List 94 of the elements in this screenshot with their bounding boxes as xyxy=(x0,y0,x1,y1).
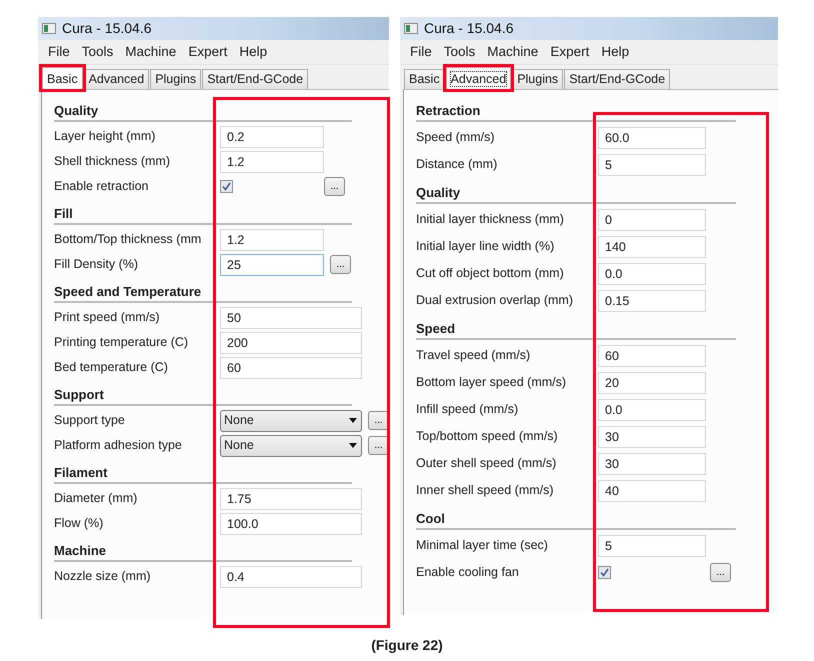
input-field[interactable]: 25 xyxy=(220,254,324,276)
menu-item[interactable]: Machine xyxy=(483,42,546,62)
tab[interactable]: Plugins xyxy=(150,69,202,90)
caret-icon xyxy=(349,418,357,424)
input-field[interactable]: 200 xyxy=(220,332,362,354)
field-label: Inner shell speed (mm/s) xyxy=(416,482,555,500)
section-heading: Support xyxy=(54,386,352,406)
field-label: Print speed (mm/s) xyxy=(54,309,161,326)
field-label: Outer shell speed (mm/s) xyxy=(416,455,558,472)
tab[interactable]: Basic xyxy=(404,69,445,90)
field-label: Platform adhesion type xyxy=(54,437,183,454)
app-icon xyxy=(404,23,418,34)
input-field[interactable]: 5 xyxy=(598,534,706,557)
caret-icon xyxy=(349,443,357,448)
app-icon xyxy=(42,23,56,34)
input-field[interactable]: 30 xyxy=(598,452,706,475)
field-label: Initial layer thickness (mm) xyxy=(416,211,565,228)
field-label: Shell thickness (mm) xyxy=(54,153,171,170)
input-field[interactable]: 0 xyxy=(598,208,706,231)
input-field[interactable]: 60.0 xyxy=(598,126,706,149)
input-field[interactable]: 0.0 xyxy=(598,398,706,421)
field-label: Speed (mm/s) xyxy=(416,129,496,146)
field-label: Initial layer line width (%) xyxy=(416,238,556,256)
menu-item[interactable]: File xyxy=(406,42,440,62)
input-field[interactable]: 30 xyxy=(598,426,706,448)
section-heading: Quality xyxy=(54,102,352,122)
field-label: Enable cooling fan xyxy=(416,564,520,582)
input-field[interactable]: 60 xyxy=(220,356,362,379)
input-field[interactable]: 100.0 xyxy=(220,512,362,535)
more-button[interactable]: ... xyxy=(368,436,389,456)
section-heading: Fill xyxy=(54,205,352,226)
section-heading: Filament xyxy=(54,464,352,484)
field-label: Bottom layer speed (mm/s) xyxy=(416,374,568,392)
field-label: Fill Density (%) xyxy=(54,256,140,274)
field-label: Flow (%) xyxy=(54,515,104,532)
input-field[interactable]: 20 xyxy=(598,372,706,394)
menu-item[interactable]: Expert xyxy=(184,42,236,62)
field-label: Enable retraction xyxy=(54,178,150,196)
input-field[interactable]: 1.75 xyxy=(220,488,362,510)
input-field[interactable]: 1.2 xyxy=(220,228,324,251)
tab[interactable]: Basic xyxy=(42,67,83,90)
input-field[interactable]: 40 xyxy=(598,480,706,502)
input-field[interactable]: 0.4 xyxy=(220,566,362,588)
section-heading: Quality xyxy=(416,184,736,204)
input-field[interactable]: 140 xyxy=(598,236,706,258)
input-field[interactable]: 60 xyxy=(598,344,706,367)
input-field[interactable]: 5 xyxy=(598,154,706,176)
dropdown[interactable]: None xyxy=(220,434,362,457)
input-field[interactable]: 0.0 xyxy=(598,262,706,285)
menu-item[interactable]: File xyxy=(44,42,78,62)
menu-item[interactable]: Expert xyxy=(546,42,598,62)
tab[interactable]: Advanced xyxy=(446,67,512,90)
section-heading: Speed and Temperature xyxy=(54,283,352,304)
section-heading: Cool xyxy=(416,510,736,530)
field-label: Dual extrusion overlap (mm) xyxy=(416,292,574,310)
dropdown[interactable]: None xyxy=(220,410,362,432)
window-title: Cura - 15.04.6 xyxy=(424,19,514,38)
input-field[interactable]: 1.2 xyxy=(220,150,324,173)
field-label: Distance (mm) xyxy=(416,156,498,174)
menu-item[interactable]: Help xyxy=(235,42,276,62)
field-label: Bottom/Top thickness (mm xyxy=(54,231,202,248)
field-label: Layer height (mm) xyxy=(54,128,156,146)
field-label: Printing temperature (C) xyxy=(54,334,190,352)
field-label: Top/bottom speed (mm/s) xyxy=(416,428,559,446)
field-label: Infill speed (mm/s) xyxy=(416,401,520,418)
field-label: Travel speed (mm/s) xyxy=(416,347,532,364)
more-button[interactable]: ... xyxy=(324,177,345,196)
checkbox[interactable] xyxy=(220,180,233,194)
more-button[interactable]: ... xyxy=(330,255,351,274)
field-label: Minimal layer time (sec) xyxy=(416,537,549,554)
menu-item[interactable]: Help xyxy=(597,42,638,62)
tab[interactable]: Plugins xyxy=(512,69,564,90)
section-heading: Speed xyxy=(416,320,736,340)
field-label: Bed temperature (C) xyxy=(54,359,169,376)
tab[interactable]: Start/End-GCode xyxy=(202,69,308,90)
field-label: Diameter (mm) xyxy=(54,490,138,508)
menu-item[interactable]: Tools xyxy=(440,42,484,62)
section-heading: Machine xyxy=(54,542,352,562)
more-button[interactable]: ... xyxy=(368,411,389,430)
tab[interactable]: Start/End-GCode xyxy=(564,69,670,90)
input-field[interactable]: 0.15 xyxy=(598,290,706,312)
input-field[interactable]: 0.2 xyxy=(220,126,324,148)
menu-item[interactable]: Tools xyxy=(78,42,122,62)
figure-caption: (Figure 22) xyxy=(371,637,443,653)
section-heading: Retraction xyxy=(416,102,736,122)
input-field[interactable]: 50 xyxy=(220,306,362,329)
menu-item[interactable]: Machine xyxy=(121,42,184,62)
checkbox[interactable] xyxy=(598,566,611,580)
field-label: Cut off object bottom (mm) xyxy=(416,265,565,282)
more-button[interactable]: ... xyxy=(710,563,731,582)
field-label: Nozzle size (mm) xyxy=(54,568,152,586)
field-label: Support type xyxy=(54,412,126,430)
window-title: Cura - 15.04.6 xyxy=(62,19,152,38)
tab[interactable]: Advanced xyxy=(84,69,150,90)
